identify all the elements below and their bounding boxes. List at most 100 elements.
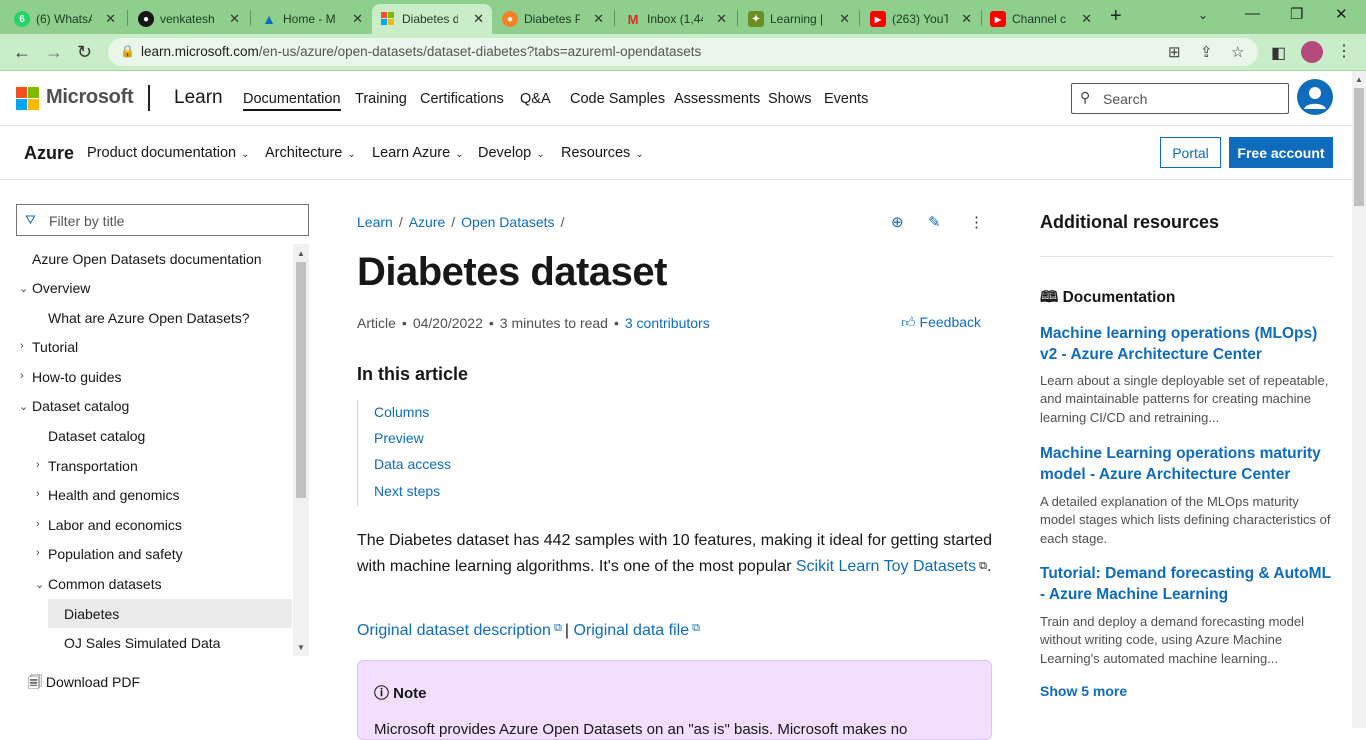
close-tab-icon[interactable]: ✕ (1081, 11, 1092, 27)
resource-link[interactable]: Machine learning operations (MLOps) v2 -… (1040, 323, 1332, 365)
toc-item[interactable]: Dataset catalog (32, 398, 129, 414)
browser-tab[interactable]: 6 (6) WhatsA ✕ (6, 4, 124, 34)
chevron-right-icon[interactable]: › (36, 459, 40, 471)
resource-link[interactable]: Tutorial: Demand forecasting & AutoML - … (1040, 563, 1332, 605)
toc-item[interactable]: Tutorial (32, 339, 78, 355)
close-tab-icon[interactable]: ✕ (352, 11, 363, 27)
browser-tab[interactable]: ● venkatesh ✕ (130, 4, 248, 34)
new-tab-button[interactable]: + (1110, 5, 1122, 28)
section-link[interactable]: Next steps (374, 483, 440, 499)
chevron-down-icon[interactable]: ⌄ (19, 282, 28, 295)
close-tab-icon[interactable]: ✕ (105, 11, 116, 27)
scikit-learn-link[interactable]: Scikit Learn Toy Datasets (796, 558, 976, 575)
nav-training[interactable]: Training (355, 91, 407, 107)
download-pdf-link[interactable]: 🗐 Download PDF (28, 672, 140, 696)
nav-qa[interactable]: Q&A (520, 91, 551, 107)
breadcrumb-item[interactable]: Learn (357, 214, 393, 230)
chevron-right-icon[interactable]: › (20, 370, 24, 382)
resources-menu[interactable]: Resources ⌄ (561, 145, 644, 161)
nav-events[interactable]: Events (824, 91, 868, 107)
close-tab-icon[interactable]: ✕ (961, 11, 972, 27)
browser-tab[interactable]: ● Diabetes P ✕ (494, 4, 612, 34)
minimize-button[interactable]: — (1245, 5, 1260, 22)
toc-item[interactable]: Labor and economics (48, 517, 182, 533)
user-avatar[interactable] (1297, 79, 1333, 115)
add-collection-icon[interactable]: ⊕ (891, 213, 904, 231)
browser-tab[interactable]: ▶ (263) YouT ✕ (862, 4, 980, 34)
section-link[interactable]: Columns (374, 404, 429, 420)
more-actions-icon[interactable]: ⋮ (969, 213, 984, 231)
forward-icon[interactable]: → (45, 42, 63, 63)
toc-item[interactable]: Transportation (48, 458, 138, 474)
reload-icon[interactable]: ↻ (77, 42, 92, 63)
develop-menu[interactable]: Develop ⌄ (478, 145, 545, 161)
chevron-right-icon[interactable]: › (36, 488, 40, 500)
scroll-up-icon[interactable]: ▲ (297, 249, 305, 258)
close-tab-icon[interactable]: ✕ (229, 11, 240, 27)
nav-shows[interactable]: Shows (768, 91, 812, 107)
browser-tab[interactable]: ▶ Channel c ✕ (982, 4, 1100, 34)
close-tab-icon[interactable]: ✕ (716, 11, 727, 27)
browser-menu-icon[interactable]: ⋮ (1336, 41, 1352, 61)
toc-item[interactable]: Dataset catalog (48, 428, 145, 444)
microsoft-wordmark[interactable]: Microsoft (46, 86, 134, 109)
restore-button[interactable]: ❐ (1290, 5, 1303, 23)
learn-azure-menu[interactable]: Learn Azure ⌄ (372, 145, 464, 161)
breadcrumb-item[interactable]: Open Datasets (461, 214, 554, 230)
dataset-description-link[interactable]: Original dataset description (357, 622, 551, 639)
back-icon[interactable]: ← (13, 42, 31, 63)
nav-certifications[interactable]: Certifications (420, 91, 504, 107)
close-tab-icon[interactable]: ✕ (593, 11, 604, 27)
tab-search-icon[interactable]: ⌄ (1198, 8, 1208, 22)
close-window-button[interactable]: ✕ (1335, 5, 1348, 23)
filter-by-title-input[interactable]: ⛛ Filter by title (16, 204, 309, 236)
portal-button[interactable]: Portal (1160, 137, 1221, 168)
scroll-down-icon[interactable]: ▼ (297, 643, 305, 652)
page-scrollbar-thumb[interactable] (1354, 88, 1364, 206)
browser-tab-active[interactable]: Diabetes d ✕ (372, 4, 492, 34)
resource-link[interactable]: Machine Learning operations maturity mod… (1040, 443, 1332, 485)
nav-documentation[interactable]: Documentation (243, 91, 341, 111)
chevron-right-icon[interactable]: › (36, 547, 40, 559)
nav-assessments[interactable]: Assessments (674, 91, 760, 107)
free-account-button[interactable]: Free account (1229, 137, 1333, 168)
toc-item[interactable]: OJ Sales Simulated Data (64, 635, 220, 651)
toc-item[interactable]: Azure Open Datasets documentation (32, 251, 262, 267)
browser-tab[interactable]: ✦ Learning | ✕ (740, 4, 858, 34)
site-search-input[interactable]: ⚲ Search (1071, 83, 1289, 114)
scroll-up-icon[interactable]: ▲ (1355, 75, 1363, 84)
microsoft-logo[interactable] (16, 87, 39, 110)
breadcrumb-item[interactable]: Azure (409, 214, 446, 230)
toc-item[interactable]: What are Azure Open Datasets? (48, 310, 250, 326)
toc-item[interactable]: How-to guides (32, 369, 122, 385)
browser-profile-avatar[interactable] (1301, 41, 1323, 63)
side-panel-icon[interactable]: ◧ (1271, 43, 1286, 63)
close-tab-icon[interactable]: ✕ (839, 11, 850, 27)
close-tab-icon[interactable]: ✕ (473, 11, 484, 27)
section-link[interactable]: Preview (374, 430, 424, 446)
nav-code-samples[interactable]: Code Samples (570, 91, 665, 107)
chevron-right-icon[interactable]: › (36, 518, 40, 530)
feedback-button[interactable]: 👍︎ Feedback (901, 314, 981, 331)
data-file-link[interactable]: Original data file (573, 622, 689, 639)
learn-home-link[interactable]: Learn (174, 87, 223, 109)
bookmark-star-icon[interactable]: ☆ (1231, 43, 1244, 61)
chevron-right-icon[interactable]: › (20, 340, 24, 352)
chevron-down-icon[interactable]: ⌄ (35, 578, 44, 591)
toc-item[interactable]: Common datasets (48, 576, 162, 592)
chevron-down-icon[interactable]: ⌄ (19, 400, 28, 413)
browser-tab[interactable]: M Inbox (1,44 ✕ (617, 4, 735, 34)
contributors-link[interactable]: 3 contributors (625, 315, 710, 331)
toc-scrollbar-thumb[interactable] (296, 262, 306, 498)
section-link[interactable]: Data access (374, 456, 451, 472)
share-icon[interactable]: ⇪ (1200, 43, 1213, 61)
architecture-menu[interactable]: Architecture ⌄ (265, 145, 356, 161)
browser-tab[interactable]: ▲ Home - M ✕ (253, 4, 371, 34)
address-bar[interactable]: 🔒 learn.microsoft.com/en-us/azure/open-d… (108, 38, 1258, 66)
toc-item[interactable]: Population and safety (48, 546, 183, 562)
edit-icon[interactable]: ✎ (928, 213, 941, 231)
toc-item[interactable]: Overview (32, 280, 90, 296)
product-documentation-menu[interactable]: Product documentation ⌄ (87, 145, 250, 161)
translate-icon[interactable]: ⊞ (1168, 43, 1181, 61)
url-text[interactable]: learn.microsoft.com/en-us/azure/open-dat… (141, 44, 701, 59)
